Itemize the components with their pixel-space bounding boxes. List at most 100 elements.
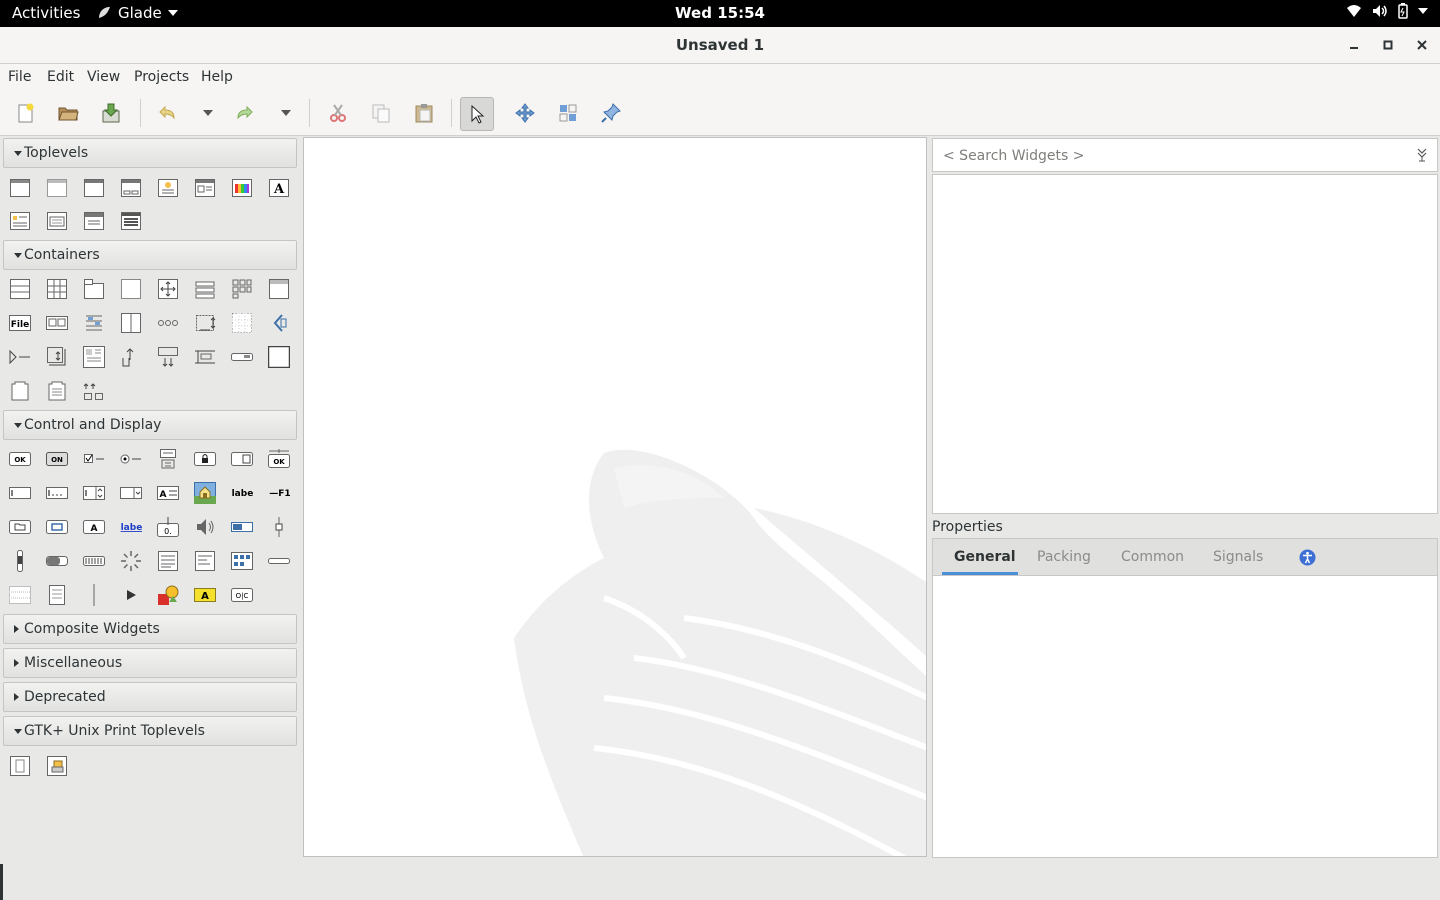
layout-widget-icon[interactable] [194,313,216,333]
link-label-widget-icon[interactable]: label [120,517,142,537]
aspect-frame-widget-icon[interactable] [157,279,179,299]
widget-inspector-tree[interactable] [932,174,1438,514]
revealer-widget-icon[interactable] [157,347,179,367]
entry-widget-icon[interactable] [9,483,31,503]
spin-button-widget-icon[interactable] [83,483,105,503]
tab-signals[interactable]: Signals [1213,549,1263,565]
button-widget-icon[interactable]: OK [9,449,31,469]
menu-help[interactable]: Help [201,69,233,85]
paned-widget-icon[interactable] [120,313,142,333]
redo-button[interactable] [229,97,261,129]
toggle-button-widget-icon[interactable]: ON [46,449,68,469]
palette-section-control-and-display[interactable]: Control and Display [3,410,297,440]
scrolled-window-widget-icon[interactable] [83,346,105,368]
menu-view[interactable]: View [87,69,120,85]
font-button-widget-icon[interactable] [46,517,68,537]
vertical-separator-widget-icon[interactable] [83,584,105,606]
file-chooser-button-widget-icon[interactable] [9,517,31,537]
viewport-widget-icon[interactable] [46,347,68,367]
palette-section-toplevels[interactable]: Toplevels [3,138,297,168]
activities-button[interactable]: Activities [12,4,80,22]
alignment-widget-icon[interactable] [120,347,142,367]
progress-bar-widget-icon[interactable] [231,517,253,537]
stack-switcher-widget-icon[interactable] [9,381,31,401]
print-dialog-widget-icon[interactable] [46,756,68,776]
menu-button-widget-icon[interactable] [157,449,179,469]
tab-common[interactable]: Common [1121,549,1184,565]
scale-button-widget-icon[interactable]: 0. [157,517,179,537]
copy-button[interactable] [365,97,397,129]
headerbar-widget-icon[interactable] [268,279,290,299]
close-button[interactable] [1413,36,1431,54]
save-button[interactable] [95,97,127,129]
tab-accessibility[interactable] [1299,549,1316,570]
fixed-widget-icon[interactable] [231,313,253,333]
undo-dropdown[interactable] [192,97,224,129]
search-entry-widget-icon[interactable] [46,483,68,503]
palette-section-containers[interactable]: Containers [3,240,297,270]
offscreen-window-widget-icon[interactable] [46,178,68,198]
minimize-button[interactable] [1345,36,1363,54]
app-menu[interactable]: Glade [96,4,178,22]
box-widget-icon[interactable] [9,279,31,299]
accel-label-widget-icon[interactable]: —F1 [268,483,290,503]
lock-button-widget-icon[interactable] [194,449,216,469]
frame-widget-icon[interactable] [120,279,142,299]
shapes-widget-icon[interactable] [157,585,179,605]
properties-editor[interactable] [932,576,1438,858]
margin-edit-button[interactable] [552,97,584,129]
overlay-widget-icon[interactable] [194,347,216,367]
spinner-widget-icon[interactable] [120,551,142,571]
color-chooser-dialog-widget-icon[interactable] [231,178,253,198]
menubar-widget-icon[interactable]: File [9,313,31,333]
page-setup-dialog-widget-icon[interactable] [9,756,31,776]
label-widget-icon[interactable]: label [231,483,253,503]
event-box-widget-icon[interactable] [268,313,290,333]
recent-chooser-dialog-widget-icon[interactable] [46,211,68,231]
drag-resize-button[interactable] [509,97,541,129]
about-dialog-widget-icon[interactable] [157,178,179,198]
drawing-area-widget-icon[interactable] [9,585,31,605]
image-widget-icon[interactable] [194,482,216,504]
paste-button[interactable] [408,97,440,129]
palette-section-gtk-unix-print-toplevels[interactable]: GTK+ Unix Print Toplevels [3,716,297,746]
accel-widget-icon[interactable]: O|C [231,585,253,605]
window-widget-icon[interactable] [9,178,31,198]
menu-file[interactable]: File [8,69,31,85]
expander-widget-icon[interactable] [9,347,31,367]
palette-section-miscellaneous[interactable]: Miscellaneous [3,648,297,678]
notebook-widget-icon[interactable] [83,279,105,299]
tab-packing[interactable]: Packing [1037,549,1091,565]
tab-general[interactable]: General [954,549,1016,565]
search-options-icon[interactable] [1415,148,1429,162]
tool-palette-widget-icon[interactable] [83,313,105,333]
assistant-widget-icon[interactable] [83,211,105,231]
check-button-widget-icon[interactable] [83,449,105,469]
design-canvas[interactable] [303,137,927,857]
action-bar-widget-icon[interactable] [231,347,253,367]
menu-edit[interactable]: Edit [47,69,74,85]
app-chooser-dialog-widget-icon[interactable] [120,211,142,231]
level-bar-widget-icon[interactable] [83,551,105,571]
scale-widget-icon[interactable] [268,517,290,537]
gl-area-widget-icon[interactable] [46,585,68,605]
message-dialog-widget-icon[interactable] [9,211,31,231]
application-window-widget-icon[interactable] [83,178,105,198]
open-button[interactable] [52,97,84,129]
stack-sidebar-widget-icon[interactable] [46,381,68,401]
maximize-button[interactable] [1379,36,1397,54]
tree-view-widget-icon[interactable] [194,551,216,571]
listbox-widget-icon[interactable] [194,279,216,299]
grid-widget-icon[interactable] [46,279,68,299]
font-chooser-dialog-widget-icon[interactable]: A [268,178,290,198]
icon-view-widget-icon[interactable] [231,551,253,571]
select-mode-button[interactable] [460,97,494,131]
color-button-widget-icon[interactable]: A [83,517,105,537]
volume-button-widget-icon[interactable] [194,517,216,537]
system-menu[interactable] [1346,3,1428,19]
link-button-widget-icon[interactable]: OK [268,449,290,469]
horizontal-scrollbar-widget-icon[interactable] [46,551,68,571]
cut-button[interactable] [322,97,354,129]
menu-projects[interactable]: Projects [134,69,189,85]
button-box-widget-icon[interactable] [157,313,179,333]
